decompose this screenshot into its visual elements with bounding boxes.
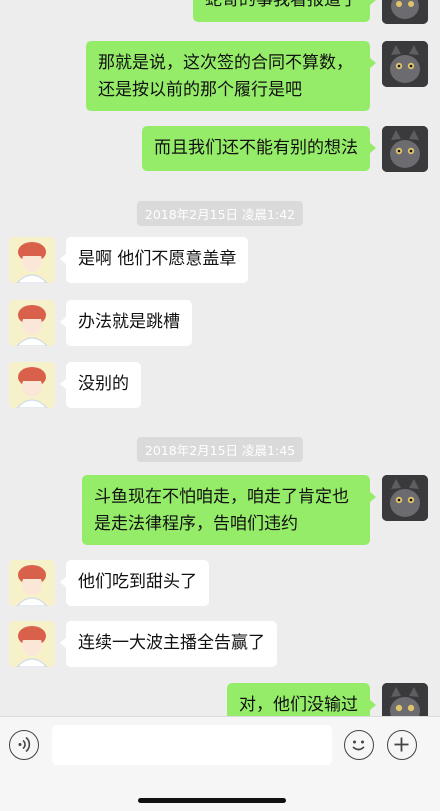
message-bubble[interactable]: 斗鱼现在不怕咱走，咱走了肯定也是走法律程序，告咱们违约 — [82, 475, 376, 545]
message-bubble[interactable]: 蛇哥的事我看报道了 — [193, 0, 376, 22]
add-icon[interactable] — [387, 730, 417, 760]
message-row-incoming: 没别的 — [0, 362, 440, 408]
avatar-self[interactable] — [382, 126, 428, 172]
message-bubble[interactable]: 没别的 — [60, 362, 141, 408]
message-row-outgoing: 蛇哥的事我看报道了 — [0, 0, 440, 24]
input-toolbar — [0, 716, 440, 811]
avatar-self[interactable] — [382, 683, 428, 716]
emoji-icon[interactable] — [344, 730, 374, 760]
message-bubble[interactable]: 而且我们还不能有别的想法 — [142, 126, 376, 171]
avatar-self[interactable] — [382, 41, 428, 87]
message-bubble[interactable]: 那就是说，这次签的合同不算数，还是按以前的那个履行是吧 — [86, 41, 376, 111]
timestamp: 2018年2月15日 凌晨1:42 — [136, 201, 304, 226]
home-indicator — [138, 798, 286, 803]
avatar-contact[interactable] — [9, 621, 55, 667]
avatar-contact[interactable] — [9, 362, 55, 408]
message-input[interactable] — [52, 725, 332, 765]
timestamp: 2018年2月15日 凌晨1:45 — [136, 437, 304, 462]
avatar-contact[interactable] — [9, 560, 55, 606]
message-bubble[interactable]: 他们吃到甜头了 — [60, 560, 209, 606]
avatar-self[interactable] — [382, 0, 428, 24]
message-bubble[interactable]: 对，他们没输过 — [227, 683, 376, 716]
message-row-outgoing: 斗鱼现在不怕咱走，咱走了肯定也是走法律程序，告咱们违约 — [0, 475, 440, 547]
message-bubble[interactable]: 办法就是跳槽 — [60, 300, 192, 346]
message-row-incoming: 他们吃到甜头了 — [0, 560, 440, 606]
chat-area[interactable]: 蛇哥的事我看报道了 那就是说，这次签的合同不算数，还是按以前的那个履行是吧 而且… — [0, 0, 440, 716]
message-bubble[interactable]: 是啊 他们不愿意盖章 — [59, 237, 249, 283]
message-row-incoming: 是啊 他们不愿意盖章 — [0, 237, 440, 283]
message-row-outgoing: 而且我们还不能有别的想法 — [0, 126, 440, 172]
message-row-outgoing: 那就是说，这次签的合同不算数，还是按以前的那个履行是吧 — [0, 41, 440, 113]
message-bubble[interactable]: 连续一大波主播全告赢了 — [60, 621, 277, 667]
avatar-self[interactable] — [382, 475, 428, 521]
message-row-incoming: 连续一大波主播全告赢了 — [0, 621, 440, 667]
message-row-outgoing: 对，他们没输过 — [0, 683, 440, 716]
avatar-contact[interactable] — [9, 300, 55, 346]
avatar-contact[interactable] — [9, 237, 55, 283]
message-row-incoming: 办法就是跳槽 — [0, 300, 440, 346]
voice-icon[interactable] — [9, 730, 39, 760]
